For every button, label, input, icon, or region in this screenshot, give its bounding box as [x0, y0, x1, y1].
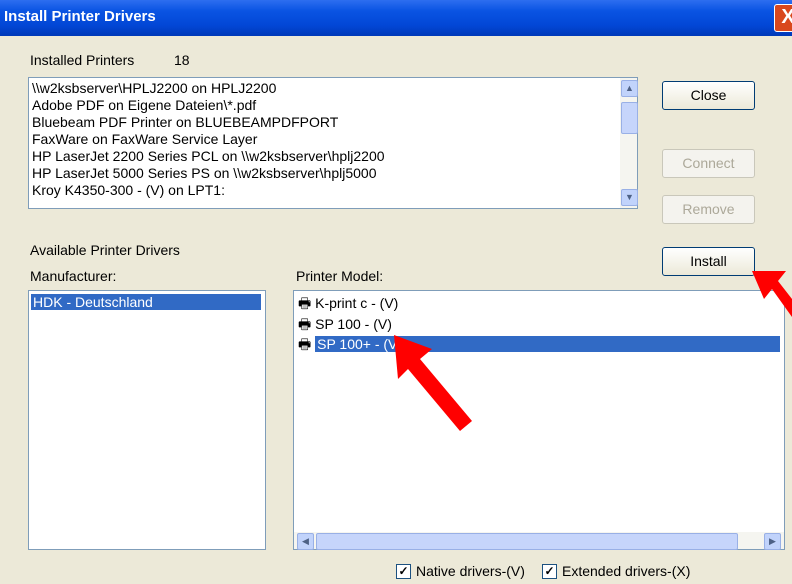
window-title: Install Printer Drivers — [4, 8, 156, 25]
scroll-right-icon[interactable]: ▶ — [764, 533, 781, 550]
installed-printers-list[interactable]: \\w2ksbserver\HPLJ2200 on HPLJ2200 Adobe… — [28, 77, 638, 209]
scroll-up-icon[interactable]: ▲ — [621, 80, 638, 97]
printer-icon: 🖶 — [298, 295, 312, 311]
remove-button[interactable]: Remove — [662, 195, 755, 224]
annotation-arrow-icon — [752, 271, 792, 317]
list-item[interactable]: HP LaserJet 5000 Series PS on \\w2ksbser… — [29, 165, 385, 182]
install-button[interactable]: Install — [662, 247, 755, 276]
list-item[interactable]: 🖶 K-print c - (V) — [298, 295, 398, 311]
native-drivers-checkbox[interactable]: ✓ — [396, 564, 411, 579]
manufacturer-label: Manufacturer: — [30, 268, 117, 284]
installed-printers-label: Installed Printers — [30, 52, 135, 68]
list-item[interactable]: 🖶 SP 100+ - (V) — [298, 336, 781, 352]
scroll-thumb[interactable] — [316, 533, 738, 550]
model-list-hscrollbar[interactable]: ◀ ▶ — [294, 532, 784, 550]
list-item[interactable]: Kroy K4350-300 - (V) on LPT1: — [29, 182, 385, 199]
list-item[interactable]: \\w2ksbserver\HPLJ2200 on HPLJ2200 — [29, 80, 385, 97]
printer-model-label: Printer Model: — [296, 268, 384, 284]
connect-button[interactable]: Connect — [662, 149, 755, 178]
scroll-thumb[interactable] — [621, 102, 638, 134]
scroll-left-icon[interactable]: ◀ — [297, 533, 314, 550]
close-button[interactable]: Close — [662, 81, 755, 110]
list-item[interactable]: FaxWare on FaxWare Service Layer — [29, 131, 385, 148]
extended-drivers-label: Extended drivers-(X) — [562, 563, 691, 579]
extended-drivers-checkbox[interactable]: ✓ — [542, 564, 557, 579]
printer-icon: 🖶 — [298, 336, 312, 352]
model-name: K-print c - (V) — [315, 295, 399, 311]
title-bar: Install Printer Drivers X — [0, 0, 792, 36]
manufacturer-list[interactable]: HDK - Deutschland — [28, 290, 266, 550]
printer-model-list[interactable]: 🖶 K-print c - (V) 🖶 SP 100 - (V) 🖶 SP 10… — [293, 290, 785, 550]
list-item[interactable]: HDK - Deutschland — [31, 294, 261, 310]
annotation-arrow-icon — [394, 335, 472, 431]
scroll-down-icon[interactable]: ▼ — [621, 189, 638, 206]
list-item[interactable]: HP LaserJet 2200 Series PCL on \\w2ksbse… — [29, 148, 385, 165]
list-item[interactable]: Adobe PDF on Eigene Dateien\*.pdf — [29, 97, 385, 114]
list-item[interactable]: 🖶 SP 100 - (V) — [298, 316, 392, 332]
window-close-button[interactable]: X — [774, 4, 792, 32]
installed-printers-count: 18 — [174, 52, 190, 68]
native-drivers-label: Native drivers-(V) — [416, 563, 525, 579]
printer-icon: 🖶 — [298, 316, 312, 332]
list-item[interactable]: Bluebeam PDF Printer on BLUEBEAMPDFPORT — [29, 114, 385, 131]
installed-list-scrollbar[interactable]: ▲ ▼ — [620, 78, 638, 208]
available-drivers-label: Available Printer Drivers — [30, 242, 180, 258]
